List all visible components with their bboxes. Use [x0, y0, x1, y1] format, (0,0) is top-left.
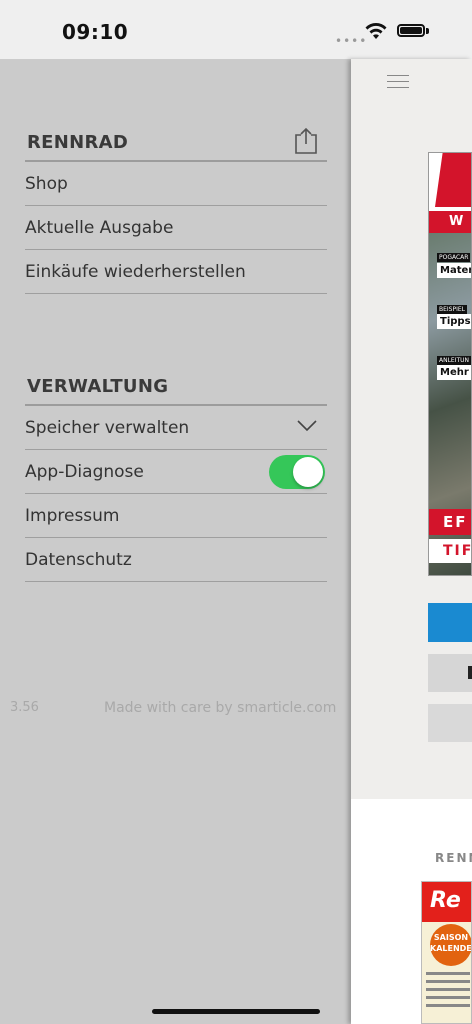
- status-bar-right: ••••: [335, 0, 472, 59]
- tertiary-action-button[interactable]: [428, 704, 472, 742]
- menu-item-restore-purchases[interactable]: Einkäufe wiederherstellen: [25, 250, 327, 294]
- cover-band: W: [429, 211, 471, 233]
- battery-cap: [426, 28, 429, 34]
- main-content: W POGACAR Materi BEISPIEL Tipps: ANLEITU…: [351, 59, 472, 1024]
- issue-logo: Re: [422, 882, 471, 922]
- status-bar: 09:10: [0, 0, 351, 59]
- section-title-verwaltung: VERWALTUNG: [27, 376, 169, 397]
- cover-banner-2: TIF: [429, 539, 471, 563]
- issue-cover[interactable]: Re SAISON KALENDER: [421, 881, 472, 1024]
- chevron-down-icon: [297, 420, 317, 432]
- issues-section: RENN Re SAISON KALENDER: [351, 799, 472, 1024]
- issue-badge: SAISON KALENDER: [430, 924, 471, 966]
- menu-item-label: Einkäufe wiederherstellen: [25, 262, 246, 282]
- issue-text-lines: [426, 972, 470, 1012]
- menu-item-label: Datenschutz: [25, 550, 132, 570]
- menu-item-app-diagnostics: App-Diagnose: [25, 450, 327, 494]
- share-icon[interactable]: [293, 127, 319, 155]
- cover-headline: Mehr A: [437, 365, 471, 380]
- status-time: 09:10: [62, 20, 129, 44]
- menu-item-privacy[interactable]: Datenschutz: [25, 538, 327, 582]
- cover-headline: Tipps:: [437, 314, 471, 329]
- menu-item-shop[interactable]: Shop: [25, 162, 327, 206]
- cover-kicker: BEISPIEL: [437, 305, 468, 314]
- battery-icon: [397, 24, 425, 37]
- menu-item-label: Aktuelle Ausgabe: [25, 218, 174, 238]
- primary-action-button[interactable]: [428, 603, 472, 642]
- section-title-rennrad: RENNRAD: [27, 132, 129, 153]
- button-glyph: [468, 666, 472, 679]
- app-diagnostics-toggle[interactable]: [269, 455, 325, 489]
- cover-kicker: POGACAR: [437, 253, 471, 262]
- menu-item-label: Speicher verwalten: [25, 418, 190, 438]
- section-heading: RENN: [435, 851, 472, 865]
- wifi-icon: [365, 23, 387, 39]
- menu-item-label: App-Diagnose: [25, 462, 144, 482]
- menu-item-manage-storage[interactable]: Speicher verwalten: [25, 406, 327, 450]
- secondary-action-button[interactable]: [428, 654, 472, 692]
- app-version: 3.56: [10, 700, 39, 715]
- cover-kicker: ANLEITUN: [437, 356, 471, 365]
- hamburger-menu-icon[interactable]: [387, 75, 409, 93]
- credit-link[interactable]: Made with care by smarticle.com: [104, 700, 336, 716]
- cover-banner: EF: [429, 509, 471, 535]
- current-issue-cover[interactable]: W POGACAR Materi BEISPIEL Tipps: ANLEITU…: [428, 152, 472, 576]
- signal-dots-icon: ••••: [335, 34, 368, 48]
- home-indicator[interactable]: [152, 1009, 320, 1014]
- side-drawer: RENNRAD Shop Aktuelle Ausgabe Einkäufe w…: [0, 59, 351, 1024]
- cover-headline: Materi: [437, 263, 471, 278]
- menu-item-imprint[interactable]: Impressum: [25, 494, 327, 538]
- menu-item-label: Impressum: [25, 506, 120, 526]
- toggle-knob: [293, 457, 323, 487]
- menu-item-current-issue[interactable]: Aktuelle Ausgabe: [25, 206, 327, 250]
- menu-item-label: Shop: [25, 174, 68, 194]
